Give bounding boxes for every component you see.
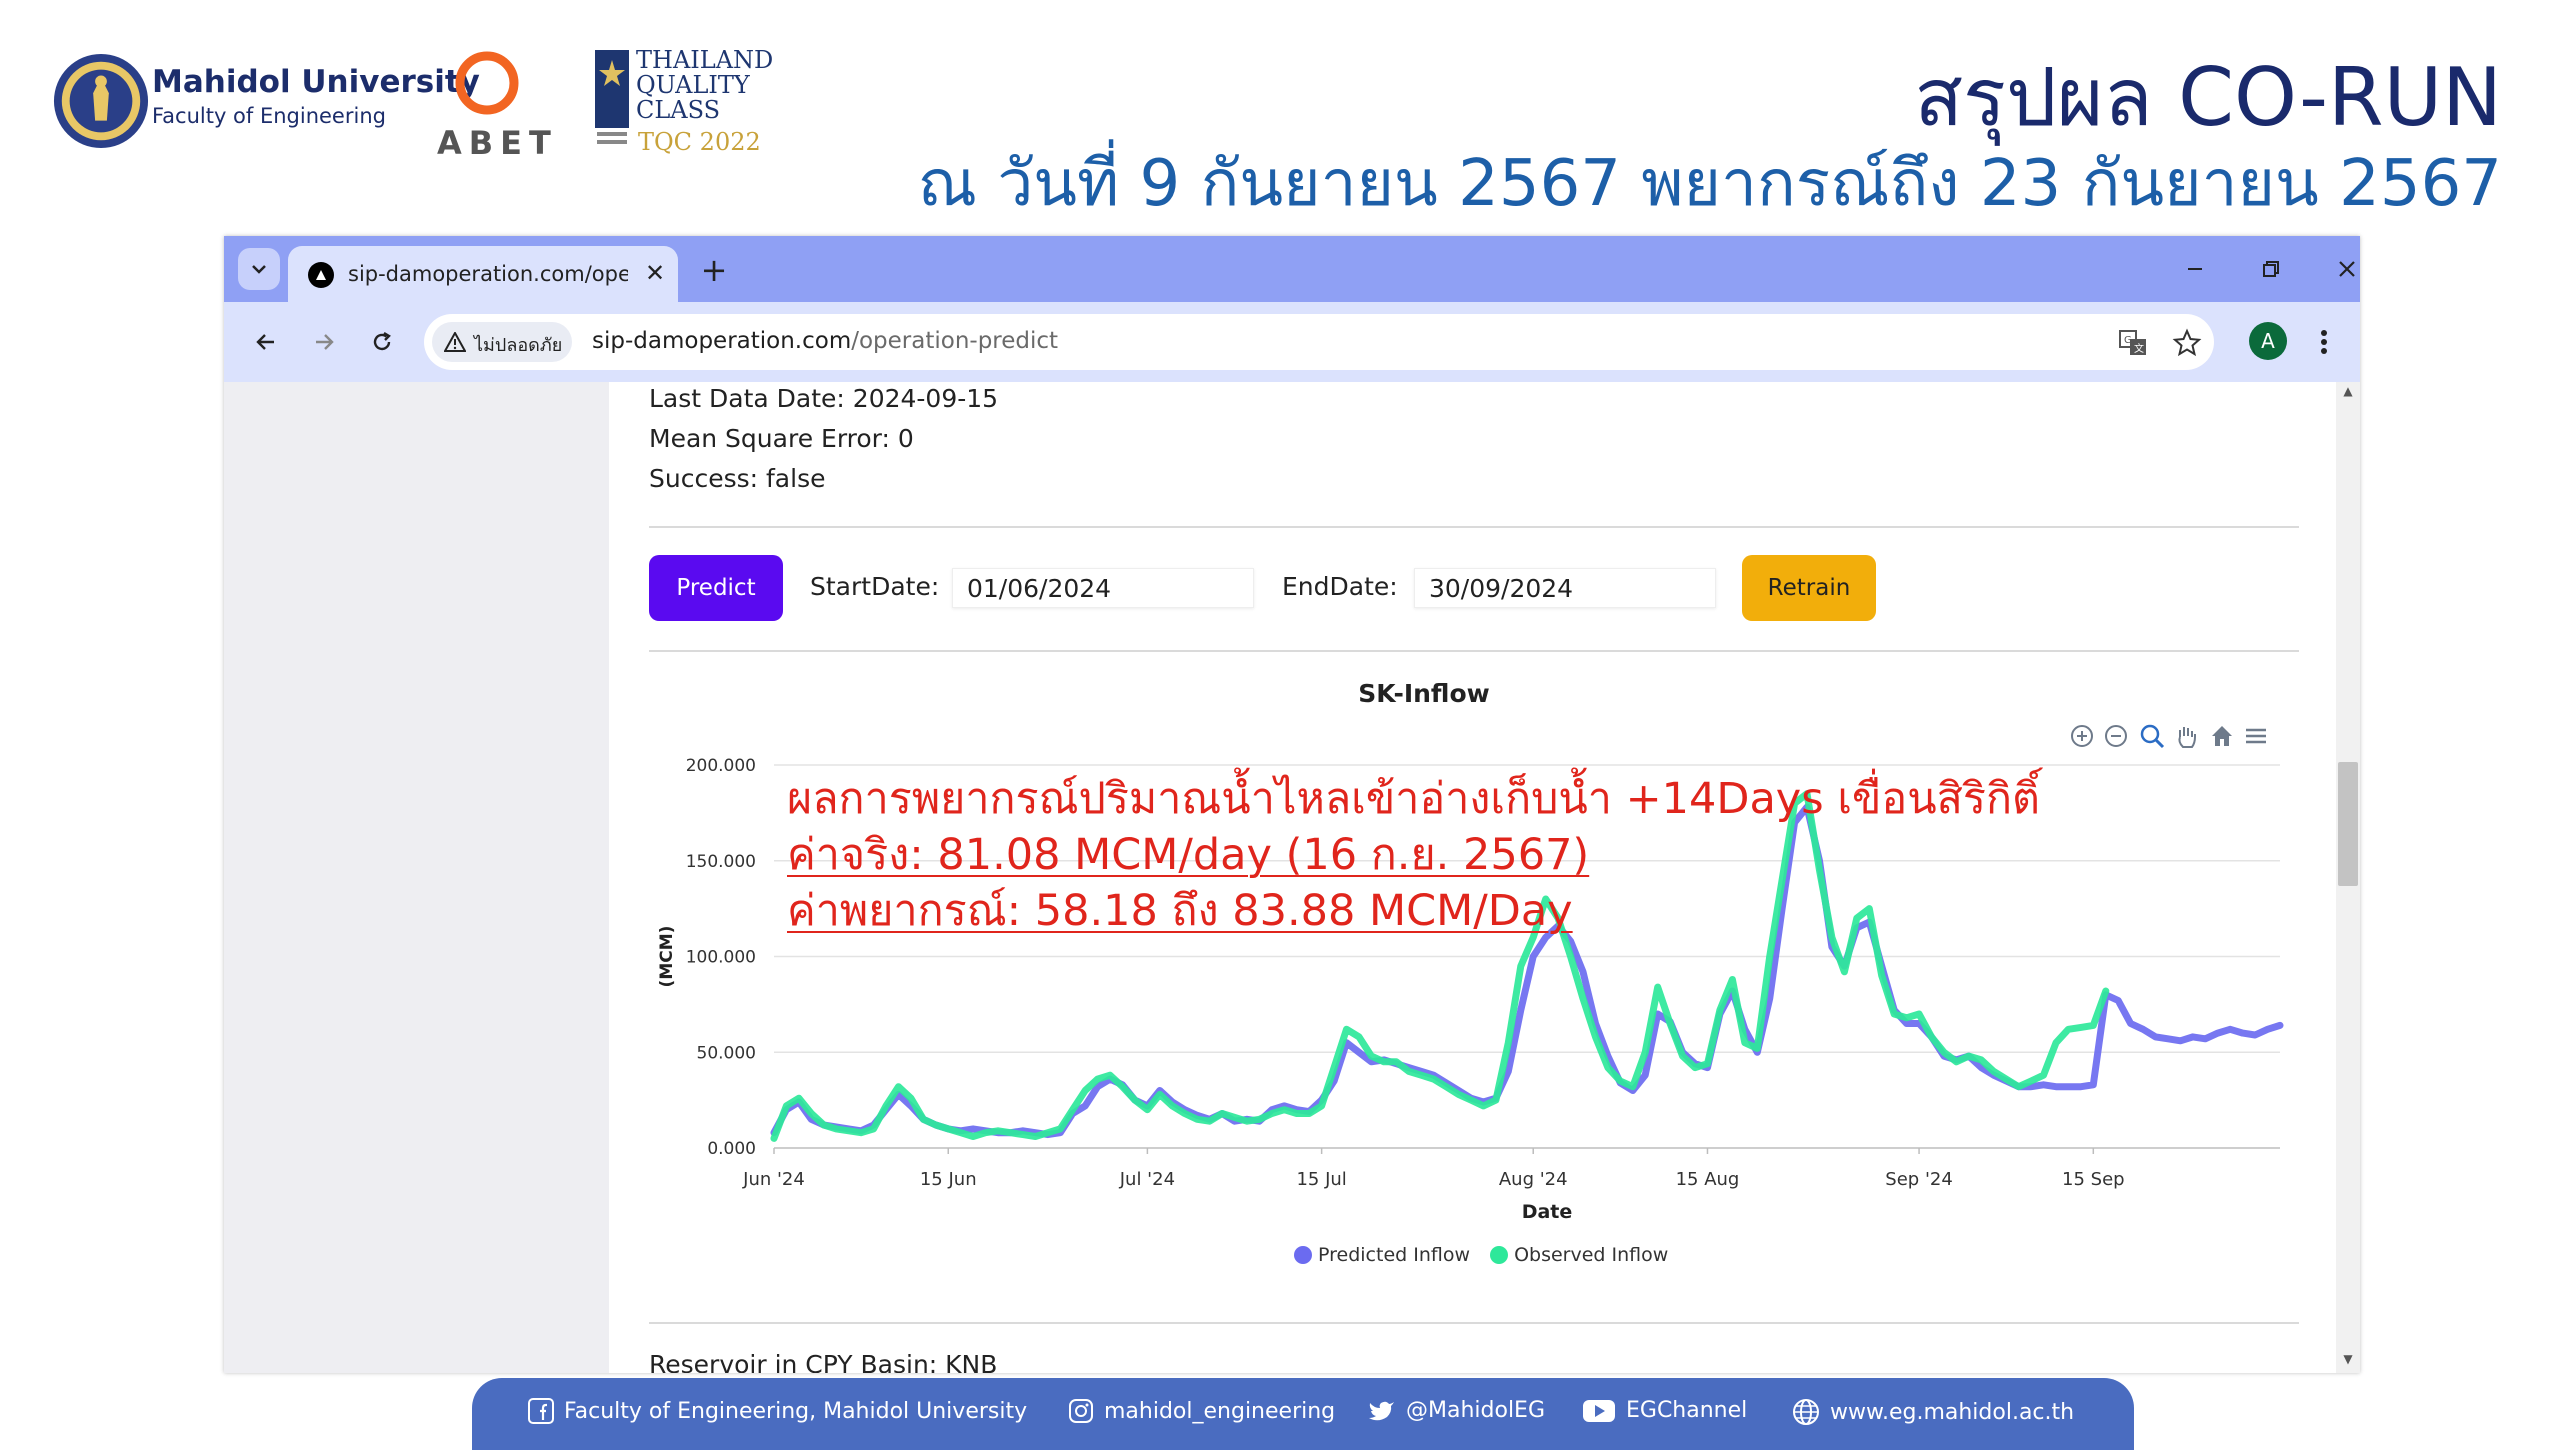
scroll-up-arrow-icon[interactable]: ▲: [2338, 384, 2358, 400]
mahidol-seal-logo: [53, 53, 149, 149]
chevron-down-icon: [252, 265, 266, 274]
website-text: www.eg.mahidol.ac.th: [1830, 1399, 2075, 1425]
forward-button[interactable]: [302, 320, 346, 364]
instagram-icon: [1069, 1399, 1093, 1423]
footer-instagram: mahidol_engineering: [1068, 1398, 1335, 1424]
slide-footer: Faculty of Engineering, Mahidol Universi…: [472, 1378, 2134, 1450]
warning-icon: [444, 332, 466, 352]
close-icon: [2339, 261, 2355, 277]
legend-marker-observed: [1490, 1246, 1509, 1264]
security-label: ไม่ปลอดภัย: [474, 335, 563, 356]
close-tab-icon[interactable]: ✕: [640, 258, 670, 288]
abet-label: ABET: [437, 124, 558, 162]
new-tab-button[interactable]: +: [694, 250, 734, 290]
legend-label-observed: Observed Inflow: [1514, 1244, 1669, 1266]
y-axis: 0.000 50.000 100.000 150.000 200.000: [686, 756, 756, 1159]
facebook-text: Faculty of Engineering, Mahidol Universi…: [564, 1398, 1028, 1424]
reload-icon: [373, 331, 391, 351]
scroll-down-arrow-icon[interactable]: ▼: [2338, 1352, 2358, 1368]
x-tick-label: Jul '24: [1119, 1169, 1175, 1190]
x-tick-label: 15 Aug: [1676, 1169, 1740, 1190]
svg-text:G: G: [2124, 335, 2132, 346]
minimize-icon: [2188, 268, 2202, 270]
x-axis: Jun '24 15 Jun Jul '24 15 Jul Aug '24 15 Aug S…: [742, 1148, 2125, 1190]
x-tick-label: Aug '24: [1499, 1169, 1568, 1190]
translate-icon[interactable]: G文: [2118, 328, 2148, 358]
x-tick-label: 15 Jul: [1296, 1169, 1346, 1190]
scrollbar-thumb[interactable]: [2338, 762, 2358, 886]
chart-legend: Predicted Inflow Observed Inflow: [1294, 1244, 1668, 1266]
footer-twitter: @MahidolEG: [1368, 1398, 1545, 1423]
tab-search-button[interactable]: [238, 248, 280, 290]
security-chip[interactable]: ไม่ปลอดภัย: [432, 322, 572, 362]
tqc-line3: CLASS: [636, 96, 721, 124]
twitter-text: @MahidolEG: [1406, 1398, 1546, 1423]
site-favicon-icon: [308, 262, 334, 288]
browser-tab[interactable]: sip-damoperation.com/operati ✕: [288, 246, 678, 302]
profile-avatar[interactable]: A: [2249, 322, 2287, 360]
page-viewport: Last Data Date: 2024-09-15 Mean Square E…: [224, 382, 2360, 1373]
restore-icon: [2263, 261, 2279, 277]
legend-label-predicted: Predicted Inflow: [1318, 1244, 1471, 1266]
y-tick-label: 50.000: [697, 1043, 756, 1063]
footer-facebook: Faculty of Engineering, Mahidol Universi…: [528, 1398, 1027, 1424]
tqc-name: THAILAND QUALITY CLASS: [636, 48, 773, 123]
x-tick-label: Sep '24: [1885, 1169, 1953, 1190]
x-axis-label: Date: [1522, 1201, 1573, 1223]
tqc-emblem-logo: [595, 50, 629, 144]
arrow-right-icon: [316, 334, 334, 350]
url-domain: sip-damoperation.com: [592, 328, 852, 354]
url-path: /operation-predict: [851, 328, 1059, 354]
globe-icon: [1793, 1399, 1819, 1425]
youtube-icon: [1583, 1399, 1615, 1422]
tqc-year: TQC 2022: [638, 128, 761, 156]
y-tick-label: 200.000: [686, 756, 756, 776]
svg-text:文: 文: [2134, 342, 2144, 355]
y-tick-label: 150.000: [686, 852, 756, 872]
tab-title: sip-damoperation.com/operati: [348, 262, 628, 286]
annotation-line-3: ค่าพยากรณ์: 58.18 ถึง 83.88 MCM/Day: [787, 886, 1573, 936]
reload-button[interactable]: [360, 320, 404, 364]
x-tick-label: 15 Jun: [920, 1169, 977, 1190]
twitter-icon: [1369, 1401, 1394, 1420]
bookmark-star-icon[interactable]: [2172, 328, 2202, 358]
close-window-button[interactable]: [2322, 246, 2360, 292]
browser-window: sip-damoperation.com/operati ✕ + ไม่ปลอด…: [224, 236, 2360, 1373]
abet-ring-logo: [455, 51, 519, 115]
legend-item-observed[interactable]: Observed Inflow: [1490, 1244, 1668, 1266]
university-name: Mahidol University: [152, 64, 480, 100]
back-button[interactable]: [244, 320, 288, 364]
arrow-left-icon: [256, 334, 274, 350]
instagram-text: mahidol_engineering: [1104, 1398, 1336, 1424]
reservoir-basin-text: Reservoir in CPY Basin: KNB: [649, 1350, 998, 1373]
y-tick-label: 0.000: [707, 1139, 756, 1159]
tqc-line1: THAILAND: [636, 46, 774, 74]
address-bar[interactable]: ไม่ปลอดภัย sip-damoperation.com/operatio…: [424, 314, 2214, 370]
browser-menu-button[interactable]: [2304, 320, 2344, 364]
more-vertical-icon: [2321, 330, 2327, 354]
x-tick-label: Jun '24: [742, 1169, 805, 1190]
restore-window-button[interactable]: [2246, 246, 2296, 292]
y-tick-label: 100.000: [686, 948, 756, 968]
footer-youtube: EGChannel: [1582, 1398, 1747, 1423]
x-tick-label: 15 Sep: [2062, 1169, 2125, 1190]
legend-marker-predicted: [1294, 1246, 1312, 1264]
slide-subtitle: ณ วันที่ 9 กันยายน 2567 พยากรณ์ถึง 23 กั…: [917, 147, 2502, 221]
y-axis-label: (MCM): [657, 926, 677, 988]
facebook-icon: [528, 1398, 554, 1424]
legend-item-predicted[interactable]: Predicted Inflow: [1294, 1244, 1470, 1266]
footer-website: www.eg.mahidol.ac.th: [1792, 1398, 2074, 1426]
browser-toolbar: ไม่ปลอดภัย sip-damoperation.com/operatio…: [224, 302, 2360, 382]
tab-bar: sip-damoperation.com/operati ✕ +: [224, 236, 2360, 302]
faculty-name: Faculty of Engineering: [152, 104, 386, 128]
minimize-window-button[interactable]: [2170, 246, 2220, 292]
url-text[interactable]: sip-damoperation.com/operation-predict: [592, 328, 1058, 354]
divider: [649, 1322, 2299, 1324]
tqc-line2: QUALITY: [636, 71, 750, 99]
youtube-text: EGChannel: [1626, 1398, 1748, 1423]
